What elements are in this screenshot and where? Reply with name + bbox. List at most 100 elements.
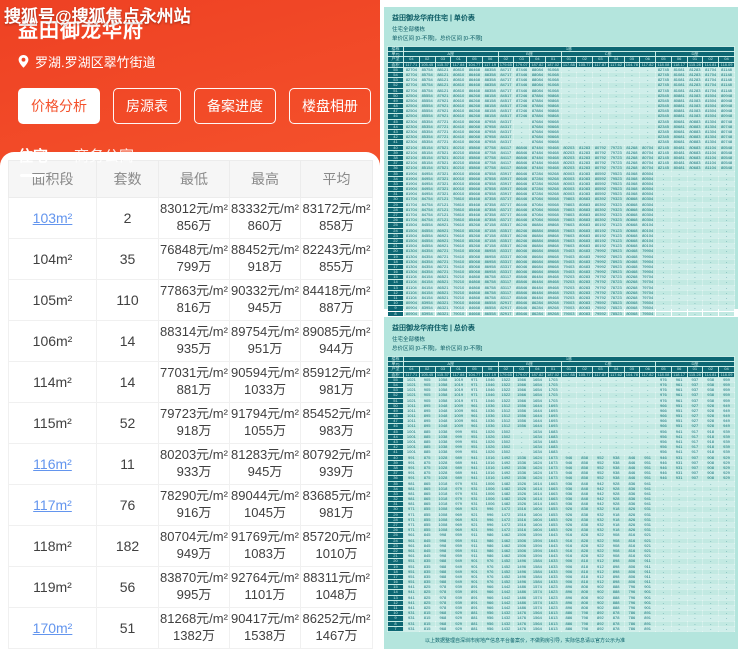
price-cell: 80203 bbox=[560, 144, 578, 151]
price-cell: 82304 bbox=[403, 139, 420, 146]
table-row: 119m² 56 83870元/m² 995万 92764元/m² 1101万 88311元… bbox=[8, 566, 373, 608]
price-cell: 80881 bbox=[670, 97, 688, 105]
area-link[interactable]: 116m² bbox=[33, 456, 72, 472]
price-cell: 88084 bbox=[529, 71, 546, 79]
price-cell: 86758 bbox=[481, 274, 499, 281]
price-cell: 80610 bbox=[450, 97, 467, 105]
price-cell: 80683 bbox=[686, 160, 704, 167]
price-cell: 79504 bbox=[639, 305, 656, 312]
price-cell: 83517 bbox=[497, 237, 515, 245]
price-cell: 80192 bbox=[592, 227, 609, 234]
price-cell: 79792 bbox=[592, 274, 609, 281]
price-cell: 84554 bbox=[418, 232, 436, 239]
price-cell: 88158 bbox=[481, 113, 499, 120]
price-cell: 87121 bbox=[434, 196, 452, 203]
area-value: 118.08 bbox=[655, 371, 672, 378]
area-cell: 170m² bbox=[8, 607, 97, 649]
price-cell: 90268 bbox=[544, 191, 562, 198]
price-cell: 86558 bbox=[481, 305, 499, 312]
price-cell: 89468 bbox=[544, 279, 562, 286]
min-total-price: 881万 bbox=[176, 382, 212, 397]
price-cell: 82345 bbox=[655, 134, 672, 141]
price-cell: 90068 bbox=[544, 201, 562, 208]
price-cell: 84317 bbox=[497, 139, 515, 146]
max-total-price: 1101万 bbox=[244, 587, 286, 602]
price-cell: 83954 bbox=[418, 305, 436, 312]
price-cell: 85354 bbox=[418, 139, 436, 146]
min-total-price: 799万 bbox=[176, 259, 212, 274]
price-cell: 80704 bbox=[639, 154, 656, 162]
tab-photo-album[interactable]: 楼盘相册 bbox=[289, 88, 371, 124]
price-cell: 86484 bbox=[529, 274, 546, 281]
price-cell: 80592 bbox=[592, 175, 609, 182]
area-value: 104.77 bbox=[466, 371, 483, 378]
avg-total-price: 887万 bbox=[319, 300, 354, 315]
price-cell: 84717 bbox=[497, 82, 515, 89]
price-cell: 90868 bbox=[544, 97, 562, 105]
price-cell: 81083 bbox=[576, 180, 593, 188]
area-text: 104m² bbox=[32, 251, 73, 267]
avg-total-price: 855万 bbox=[319, 259, 354, 274]
price-cell: 87484 bbox=[529, 165, 546, 172]
price-cell: 81504 bbox=[702, 108, 719, 115]
price-cell: 87484 bbox=[529, 154, 546, 162]
area-link[interactable]: 170m² bbox=[33, 620, 73, 636]
subtab-bar: 住宅 商务公寓 bbox=[18, 145, 362, 177]
price-cell: 786 bbox=[623, 625, 641, 632]
subtab-residential[interactable]: 住宅 bbox=[18, 145, 48, 177]
price-cell: 84668 bbox=[466, 305, 483, 312]
subtab-business-apartment[interactable]: 商务公寓 bbox=[74, 145, 134, 177]
price-cell: 80883 bbox=[686, 134, 704, 141]
max-unit-price: 89044元/m² bbox=[231, 488, 299, 504]
price-cell: 85668 bbox=[466, 186, 483, 193]
price-cell: 79323 bbox=[607, 211, 625, 219]
price-cell: 80192 bbox=[592, 243, 609, 250]
price-cell: 90268 bbox=[544, 180, 562, 188]
price-cell: 82917 bbox=[497, 305, 515, 312]
price-cell: 80883 bbox=[576, 201, 593, 208]
price-cell: 80681 bbox=[670, 134, 688, 141]
price-cell: 83954 bbox=[418, 310, 436, 317]
price-cell: 82104 bbox=[403, 154, 420, 162]
price-cell: 80481 bbox=[670, 149, 688, 156]
price-cell: 87446 bbox=[513, 71, 530, 79]
price-cell: 80304 bbox=[639, 206, 656, 214]
price-cell: 79803 bbox=[560, 211, 578, 219]
area-link[interactable]: 117m² bbox=[33, 497, 72, 513]
price-cell: 87246 bbox=[513, 103, 530, 110]
min-price-cell: 76848元/m² 799万 bbox=[158, 238, 230, 280]
avg-unit-price: 85912元/m² bbox=[302, 365, 371, 381]
price-cell: 80704 bbox=[639, 144, 656, 151]
price-cell: 86646 bbox=[513, 175, 530, 182]
price-cell: 81904 bbox=[403, 170, 420, 177]
max-total-price: 1045万 bbox=[244, 505, 286, 520]
price-cell: 87558 bbox=[481, 180, 499, 188]
min-price-cell: 77863元/m² 816万 bbox=[158, 279, 230, 321]
price-cell: 80283 bbox=[576, 289, 593, 297]
price-cell: 86446 bbox=[513, 217, 530, 224]
price-cell: 86921 bbox=[434, 237, 452, 245]
price-cell: 80283 bbox=[576, 294, 593, 302]
price-cell: 81904 bbox=[403, 180, 420, 188]
tab-filing-progress[interactable]: 备案进度 bbox=[194, 88, 276, 124]
price-cell: 86846 bbox=[513, 149, 530, 156]
min-price-cell: 78290元/m² 916万 bbox=[158, 484, 230, 526]
area-link[interactable]: 103m² bbox=[33, 210, 73, 226]
tab-listing-sheet[interactable]: 房源表 bbox=[113, 88, 181, 124]
max-unit-price: 90417元/m² bbox=[231, 611, 299, 627]
price-cell: 86884 bbox=[529, 227, 546, 234]
price-cell: 79210 bbox=[450, 274, 467, 281]
price-cell: 80068 bbox=[623, 305, 641, 312]
price-cell: 81504 bbox=[403, 243, 420, 250]
price-cell: 84154 bbox=[418, 279, 436, 286]
price-cell: 85646 bbox=[513, 305, 530, 312]
price-cell: 87084 bbox=[529, 201, 546, 208]
price-cell: 78723 bbox=[607, 284, 625, 291]
price-cell: 81504 bbox=[702, 97, 719, 105]
area-value: 118.17 bbox=[670, 61, 688, 68]
price-cell: 80683 bbox=[686, 144, 704, 151]
price-cell: 87084 bbox=[529, 206, 546, 214]
price-cell: 79123 bbox=[607, 222, 625, 229]
tab-price-analysis[interactable]: 价格分析 bbox=[18, 88, 100, 124]
price-cell: 1564 bbox=[529, 625, 546, 632]
